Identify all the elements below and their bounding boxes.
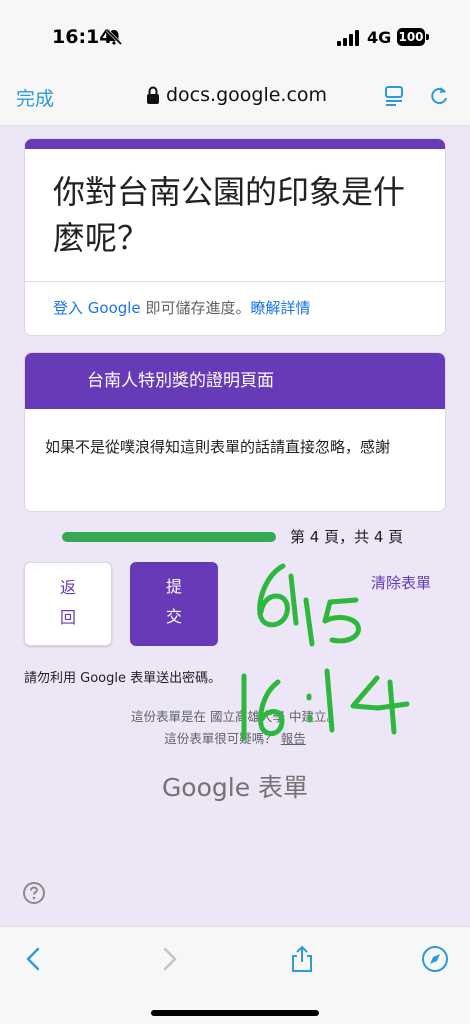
footer-suspicious: 這份表單很可疑嗎？ 報告 xyxy=(0,728,470,747)
help-icon[interactable] xyxy=(22,881,46,905)
share-icon[interactable] xyxy=(288,945,316,973)
progress-bar xyxy=(62,532,276,542)
compass-icon[interactable] xyxy=(421,945,449,973)
network-type: 4G xyxy=(367,28,392,47)
progress-fill xyxy=(62,532,276,542)
battery-level: 100 xyxy=(397,28,425,46)
reader-mode-icon[interactable] xyxy=(384,84,406,108)
status-bar: 16:14 4G 100 xyxy=(0,0,470,70)
signin-link[interactable]: 登入 Google xyxy=(53,299,141,317)
bell-muted-icon xyxy=(105,28,123,46)
done-button[interactable]: 完成 xyxy=(16,84,54,111)
signal-icon xyxy=(337,30,359,46)
battery-icon: 100 xyxy=(397,28,429,46)
clear-form-button[interactable]: 清除表單 xyxy=(371,572,431,593)
back-button[interactable]: 返 回 xyxy=(24,562,112,646)
back-label-1: 返 xyxy=(59,578,76,597)
home-indicator xyxy=(151,1010,319,1016)
section-description: 如果不是從噗浪得知這則表單的話請直接忽略，感謝 xyxy=(45,438,391,456)
progress-text: 第 4 頁，共 4 頁 xyxy=(290,528,404,546)
section-title: 台南人特別獎的證明頁面 xyxy=(25,353,445,409)
form-title-card: 你對台南公園的印象是什麼呢？ 登入 Google 即可儲存進度。瞭解詳情 xyxy=(24,138,446,336)
password-warning: 請勿利用 Google 表單送出密碼。 xyxy=(24,671,222,686)
signin-line: 登入 Google 即可儲存進度。瞭解詳情 xyxy=(53,297,310,318)
signin-text: 即可儲存進度。 xyxy=(140,299,251,317)
learn-more-link[interactable]: 瞭解詳情 xyxy=(250,299,310,317)
back-icon[interactable] xyxy=(20,945,48,973)
footer-suspicious-text: 這份表單很可疑嗎？ xyxy=(164,731,277,746)
browser-toolbar: 完成 docs.google.com xyxy=(0,70,470,126)
url-text: docs.google.com xyxy=(166,84,328,106)
submit-label-2: 交 xyxy=(165,607,182,626)
reload-icon[interactable] xyxy=(428,84,450,108)
forward-icon[interactable] xyxy=(155,945,183,973)
progress-indicator: 第 4 頁，共 4 頁 xyxy=(0,524,470,552)
back-label-2: 回 xyxy=(59,608,76,627)
footer-created-by: 這份表單是在 國立高雄大學 中建立。 xyxy=(131,709,339,724)
submit-label-1: 提 xyxy=(165,577,182,596)
report-link[interactable]: 報告 xyxy=(281,731,306,746)
status-time: 16:14 xyxy=(52,26,113,48)
bottom-toolbar xyxy=(0,926,470,1024)
section-card: 台南人特別獎的證明頁面 如果不是從噗浪得知這則表單的話請直接忽略，感謝 xyxy=(24,352,446,512)
google-forms-logo: Google 表單 xyxy=(161,773,309,802)
address-bar[interactable]: docs.google.com xyxy=(146,84,327,106)
form-page: 你對台南公園的印象是什麼呢？ 登入 Google 即可儲存進度。瞭解詳情 台南人… xyxy=(0,126,470,926)
lock-icon xyxy=(147,86,159,104)
submit-button[interactable]: 提 交 xyxy=(130,562,218,646)
form-title: 你對台南公園的印象是什麼呢？ xyxy=(53,173,406,257)
